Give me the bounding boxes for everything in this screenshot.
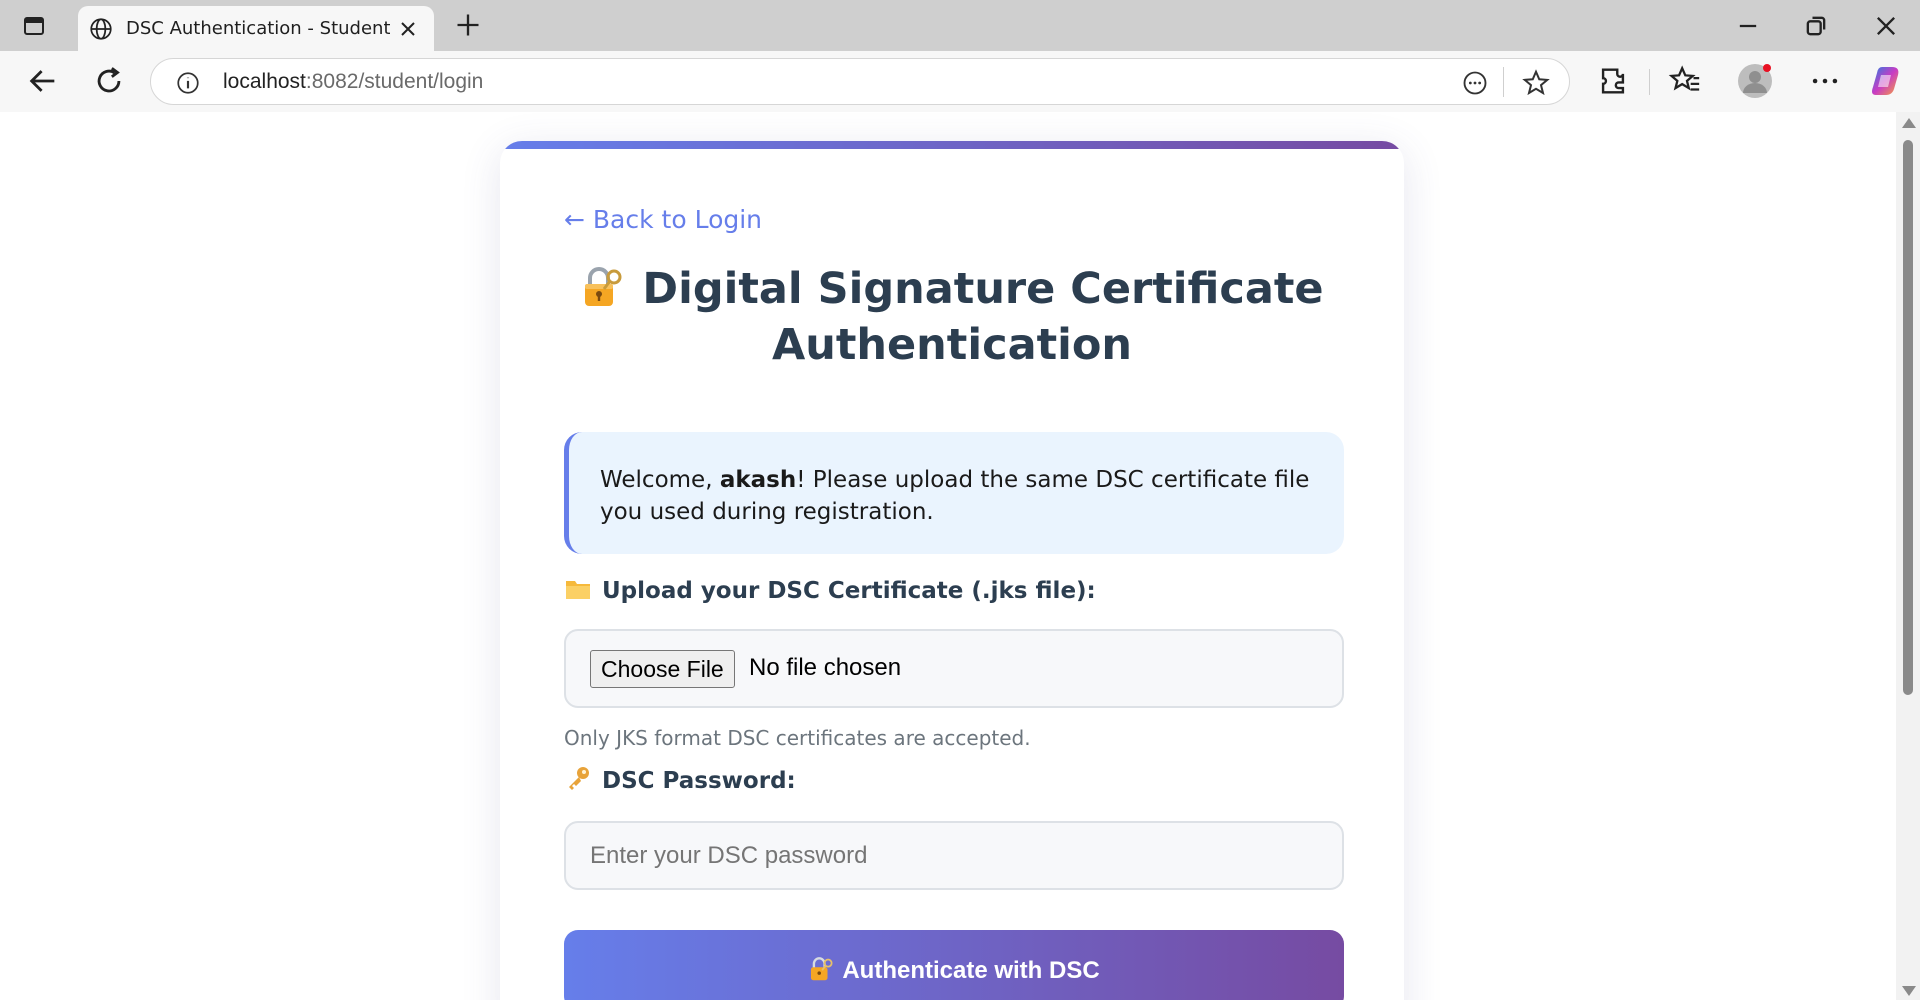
page-title: Digital Signature Certificate Authentica… <box>540 261 1364 373</box>
title-line-1: Digital Signature Certificate <box>642 264 1324 314</box>
password-label-text: DSC Password: <box>602 768 796 794</box>
read-aloud-icon[interactable] <box>1461 69 1489 97</box>
minimize-icon[interactable] <box>1734 12 1762 40</box>
notice-username: akash <box>719 467 797 493</box>
active-tab[interactable]: DSC Authentication - Student Portal <box>78 6 434 51</box>
certificate-file-input[interactable]: Choose File No file chosen <box>564 629 1344 708</box>
window-close-icon[interactable] <box>1872 12 1900 40</box>
browser-toolbar: localhost:8082/student/login <box>0 51 1920 112</box>
address-separator <box>1503 67 1504 97</box>
scroll-down-arrow[interactable] <box>1902 986 1916 996</box>
toolbar-separator <box>1649 69 1650 95</box>
tab-actions-icon[interactable] <box>22 14 46 38</box>
dsc-password-input[interactable] <box>564 821 1344 890</box>
lock-with-key-icon <box>585 267 622 306</box>
new-tab-icon[interactable] <box>454 11 482 39</box>
restore-icon[interactable] <box>1802 12 1830 40</box>
notice-prefix: Welcome, <box>600 467 720 493</box>
refresh-icon[interactable] <box>92 64 126 98</box>
url-path: :8082/student/login <box>305 70 484 93</box>
tab-title: DSC Authentication - Student Portal <box>126 18 390 39</box>
scroll-up-arrow[interactable] <box>1902 118 1916 128</box>
address-bar[interactable]: localhost:8082/student/login <box>150 58 1570 105</box>
upload-label: Upload your DSC Certificate (.jks file): <box>564 575 1096 604</box>
vertical-scrollbar[interactable] <box>1896 112 1920 1000</box>
notice-text: Welcome, akash! Please upload the same D… <box>600 464 1320 528</box>
url-host: localhost <box>223 70 306 93</box>
lock-with-key-icon <box>811 956 833 980</box>
authenticate-button[interactable]: Authenticate with DSC <box>564 930 1344 1000</box>
url-text[interactable]: localhost:8082/student/login <box>223 70 483 94</box>
extensions-icon[interactable] <box>1596 64 1630 98</box>
globe-icon <box>90 18 112 40</box>
page-viewport: ← Back to Login Digital Signature Certif… <box>6 112 1896 1000</box>
more-icon[interactable] <box>1808 64 1842 98</box>
favorites-icon[interactable] <box>1668 64 1702 98</box>
copilot-icon[interactable] <box>1868 63 1904 99</box>
back-icon[interactable] <box>26 64 60 98</box>
scroll-thumb[interactable] <box>1903 140 1913 695</box>
back-to-login-link[interactable]: ← Back to Login <box>564 205 762 234</box>
info-icon[interactable] <box>175 70 201 96</box>
dsc-auth-card: ← Back to Login Digital Signature Certif… <box>500 141 1404 1000</box>
favorite-star-icon[interactable] <box>1521 68 1551 98</box>
title-line-2: Authentication <box>771 320 1133 370</box>
tab-strip: DSC Authentication - Student Portal <box>0 0 1920 51</box>
close-icon[interactable] <box>396 17 420 41</box>
welcome-notice: Welcome, akash! Please upload the same D… <box>564 432 1344 554</box>
card-accent-bar <box>500 141 1404 149</box>
profile-icon[interactable] <box>1737 63 1773 99</box>
file-status-text: No file chosen <box>749 654 902 681</box>
upload-hint: Only JKS format DSC certificates are acc… <box>564 726 1031 750</box>
authenticate-button-label: Authenticate with DSC <box>842 956 1100 984</box>
password-label: DSC Password: <box>564 765 796 794</box>
upload-label-text: Upload your DSC Certificate (.jks file): <box>602 578 1096 604</box>
key-icon <box>569 767 589 790</box>
choose-file-button[interactable]: Choose File <box>590 650 735 688</box>
folder-icon <box>566 581 590 599</box>
